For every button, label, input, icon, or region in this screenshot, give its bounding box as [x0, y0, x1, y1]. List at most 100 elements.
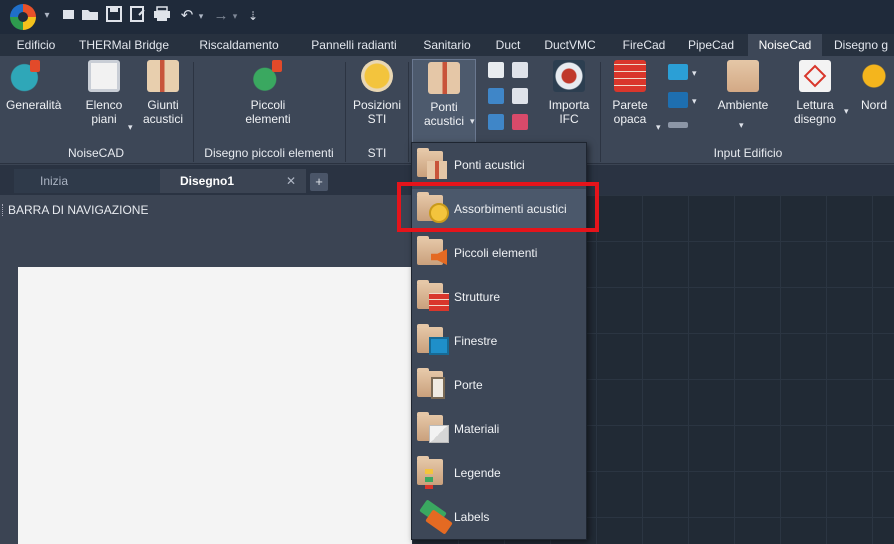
- undo-icon[interactable]: ↶: [178, 6, 196, 26]
- giunti-acustici-button[interactable]: Giunti acustici: [140, 60, 186, 126]
- save-icon[interactable]: [104, 6, 124, 26]
- window-tool-icon[interactable]: [668, 64, 688, 80]
- elenco-piani-dropdown-icon[interactable]: ▾: [128, 122, 136, 132]
- nord-button[interactable]: Nord: [854, 60, 894, 112]
- ribbon-separator: [408, 62, 409, 162]
- door-tool-icon[interactable]: [668, 92, 688, 108]
- close-icon[interactable]: ✕: [286, 169, 296, 193]
- tab-noisecad[interactable]: NoiseCad: [748, 34, 822, 56]
- menu-item-finestre[interactable]: Finestre: [412, 321, 586, 361]
- print-icon[interactable]: [152, 6, 172, 26]
- importa-ifc-label: Importa IFC: [548, 98, 590, 126]
- small-tool-1-icon[interactable]: [488, 62, 504, 78]
- menu-item-labels[interactable]: Labels: [412, 497, 586, 537]
- elenco-piani-icon: [88, 60, 120, 92]
- navigation-tree-area[interactable]: [18, 267, 412, 544]
- ponti-acustici-button[interactable]: Ponti acustici: [412, 59, 476, 143]
- small-tool-2-icon[interactable]: [512, 62, 528, 78]
- piccoli-elementi-icon: [252, 60, 284, 92]
- menu-item-materiali[interactable]: Materiali: [412, 409, 586, 449]
- parete-opaca-dropdown-icon[interactable]: ▾: [656, 122, 664, 132]
- ponti-acustici-icon: [428, 62, 460, 94]
- tab-sanitario[interactable]: Sanitario: [414, 34, 480, 56]
- small-tool-6-icon[interactable]: [512, 114, 528, 130]
- quick-access-toolbar: ▾ ↶ ▾ → ▾ ⇣: [0, 0, 894, 34]
- ponti-acustici-label: Ponti acustici: [423, 100, 464, 128]
- menu-item-strutture[interactable]: Strutture: [412, 277, 586, 317]
- tab-disegno1[interactable]: Disegno1 ✕: [160, 169, 306, 193]
- shading-tool-icon[interactable]: [668, 122, 688, 128]
- generalita-button[interactable]: Generalità: [6, 60, 62, 112]
- small-tool-5-icon[interactable]: [488, 114, 504, 130]
- tab-inizia[interactable]: Inizia: [14, 169, 164, 193]
- ribbon-tabs: Edificio THERMal Bridge Riscaldamento Pa…: [0, 34, 894, 56]
- tab-thermal-bridge[interactable]: THERMal Bridge: [72, 34, 176, 56]
- group-disegno-piccoli-elementi: Disegno piccoli elementi: [204, 146, 334, 160]
- menu-item-piccoli-elementi[interactable]: Piccoli elementi: [412, 233, 586, 273]
- group-noisecad: NoiseCAD: [67, 146, 124, 160]
- importa-ifc-icon: [553, 60, 585, 92]
- lettura-disegno-button[interactable]: Lettura disegno: [788, 60, 842, 126]
- menu-item-assorbimenti-acustici[interactable]: Assorbimenti acustici: [412, 189, 586, 229]
- parete-opaca-button[interactable]: Parete opaca: [606, 60, 654, 126]
- group-sti: STI: [367, 146, 387, 160]
- lettura-disegno-dropdown-icon[interactable]: ▾: [844, 106, 852, 116]
- menu-item-label: Assorbimenti acustici: [454, 202, 567, 216]
- legende-icon: [417, 456, 451, 489]
- parete-opaca-label: Parete opaca: [612, 98, 648, 126]
- small-tool-4-icon[interactable]: [512, 88, 528, 104]
- elenco-piani-button[interactable]: Elenco piani: [84, 60, 124, 126]
- posizioni-sti-label: Posizioni STI: [352, 98, 402, 126]
- redo-icon[interactable]: →: [212, 6, 230, 26]
- customize-icon[interactable]: ⇣: [246, 6, 260, 26]
- menu-item-label: Labels: [454, 510, 490, 524]
- giunti-acustici-label: Giunti acustici: [142, 98, 183, 126]
- ambiente-button[interactable]: Ambiente: [710, 60, 776, 112]
- posizioni-sti-button[interactable]: Posizioni STI: [350, 60, 404, 126]
- lettura-disegno-icon: [799, 60, 831, 92]
- menu-item-label: Legende: [454, 466, 501, 480]
- window-tool-dropdown-icon[interactable]: ▾: [692, 68, 700, 78]
- tab-disegno[interactable]: Disegno g: [826, 34, 894, 56]
- open-folder-icon[interactable]: [80, 6, 100, 26]
- group-input-edificio: Input Edificio: [713, 146, 783, 160]
- assorbimenti-acustici-icon: [417, 192, 451, 225]
- save-as-icon[interactable]: [128, 6, 148, 26]
- app-menu-arrow-icon[interactable]: ▾: [40, 6, 54, 26]
- menu-item-label: Finestre: [454, 334, 498, 348]
- ponti-acustici-dropdown-icon[interactable]: ▾: [470, 116, 478, 126]
- new-file-icon[interactable]: [58, 6, 78, 26]
- menu-item-legende[interactable]: Legende: [412, 453, 586, 493]
- panel-grip-icon[interactable]: [2, 204, 5, 216]
- menu-item-label: Porte: [454, 378, 483, 392]
- tab-pipecad[interactable]: PipeCad: [680, 34, 742, 56]
- tab-pannelli-radianti[interactable]: Pannelli radianti: [300, 34, 408, 56]
- ambiente-label: Ambiente: [717, 98, 769, 112]
- ribbon-separator: [600, 62, 601, 162]
- tab-firecad[interactable]: FireCad: [614, 34, 674, 56]
- tab-ductvmc[interactable]: DuctVMC: [536, 34, 604, 56]
- nord-icon: [858, 60, 890, 92]
- finestre-icon: [417, 324, 451, 357]
- menu-item-ponti-acustici[interactable]: Ponti acustici: [412, 145, 586, 185]
- redo-dropdown-icon[interactable]: ▾: [230, 6, 240, 26]
- menu-item-label: Materiali: [454, 422, 500, 436]
- ambiente-dropdown-icon[interactable]: ▾: [739, 120, 747, 130]
- tab-duct[interactable]: Duct: [486, 34, 530, 56]
- small-tool-3-icon[interactable]: [488, 88, 504, 104]
- add-tab-button[interactable]: +: [310, 173, 328, 191]
- undo-dropdown-icon[interactable]: ▾: [196, 6, 206, 26]
- door-tool-dropdown-icon[interactable]: ▾: [692, 96, 700, 106]
- app-logo-icon[interactable]: [10, 4, 36, 30]
- tab-riscaldamento[interactable]: Riscaldamento: [190, 34, 288, 56]
- tab-edificio[interactable]: Edificio: [6, 34, 66, 56]
- piccoli-elementi-icon: [417, 236, 451, 269]
- ambiente-icon: [727, 60, 759, 92]
- piccoli-elementi-button[interactable]: Piccoli elementi: [228, 60, 308, 126]
- importa-ifc-button[interactable]: Importa IFC: [544, 60, 594, 126]
- menu-item-porte[interactable]: Porte: [412, 365, 586, 405]
- generalita-label: Generalità: [6, 98, 62, 112]
- ponti-acustici-icon: [417, 148, 451, 181]
- elenco-piani-label: Elenco piani: [85, 98, 123, 126]
- porte-icon: [417, 368, 451, 401]
